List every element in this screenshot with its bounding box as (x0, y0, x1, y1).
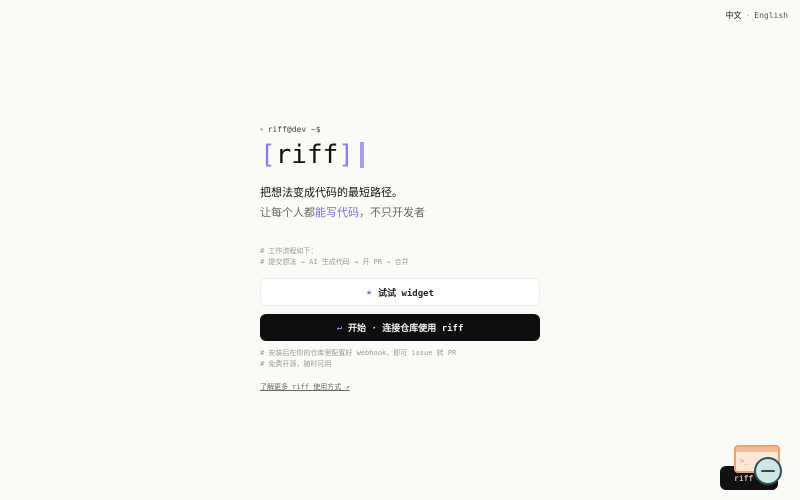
logo-bracket-close: ] (338, 140, 354, 170)
lang-chinese[interactable]: 中文 (725, 10, 741, 21)
comment-line: # 安装后在你的仓库里配置好 webhook，即可 issue 转 PR (260, 349, 457, 357)
star-icon: ★ (366, 286, 373, 298)
logo-word: riff (275, 140, 339, 170)
subtagline: 让每个人都能写代码，不只开发者 (260, 204, 540, 220)
enter-icon: ↵ (336, 322, 343, 333)
subtag-before: 让每个人都 (260, 206, 315, 219)
lang-separator: · (745, 11, 751, 20)
logo-bracket-open: [ (260, 140, 276, 170)
widget-pill-label: riff (734, 473, 754, 483)
subtag-after: ，不只开发者 (359, 206, 425, 219)
try-widget-button[interactable]: ★ 试试 widget (260, 278, 540, 306)
try-widget-label: 试试 widget (378, 288, 434, 299)
connect-repo-button[interactable]: ↵ 开始 · 连接仓库使用 riff (260, 314, 540, 341)
language-switcher: 中文 · English (725, 10, 788, 21)
floating-widget[interactable]: riff >_ (720, 445, 792, 490)
cursor-block-icon (359, 142, 364, 168)
riff-logo: [ riff ] (260, 140, 540, 170)
hero: ▸ riff@dev ~$ [ riff ] 把想法变成代码的最短路径。 让每个… (260, 125, 540, 393)
setup-comments: # 安装后在你的仓库里配置好 webhook，即可 issue 转 PR # 免… (260, 348, 540, 370)
connect-repo-label: 开始 · 连接仓库使用 riff (348, 324, 464, 334)
prompt-arrow-icon: ▸ (260, 126, 264, 133)
comment-line: # 提交想法 → AI 生成代码 → 开 PR → 合并 (260, 258, 409, 266)
comment-line: # 工作流程如下： (260, 247, 318, 255)
tagline: 把想法变成代码的最短路径。 (260, 186, 403, 199)
prompt-text: riff@dev ~$ (267, 125, 321, 134)
workflow-comments: # 工作流程如下： # 提交想法 → AI 生成代码 → 开 PR → 合并 (260, 246, 540, 268)
magnifier-icon[interactable] (754, 457, 782, 485)
subtag-highlight: 能写代码 (315, 206, 359, 219)
learn-more-link[interactable]: 了解更多 riff 使用方式 ↗ (260, 382, 350, 392)
comment-line: # 免费开源，随时可用 (260, 360, 332, 368)
terminal-prompt: ▸ riff@dev ~$ (260, 125, 540, 134)
lang-english[interactable]: English (754, 11, 788, 20)
